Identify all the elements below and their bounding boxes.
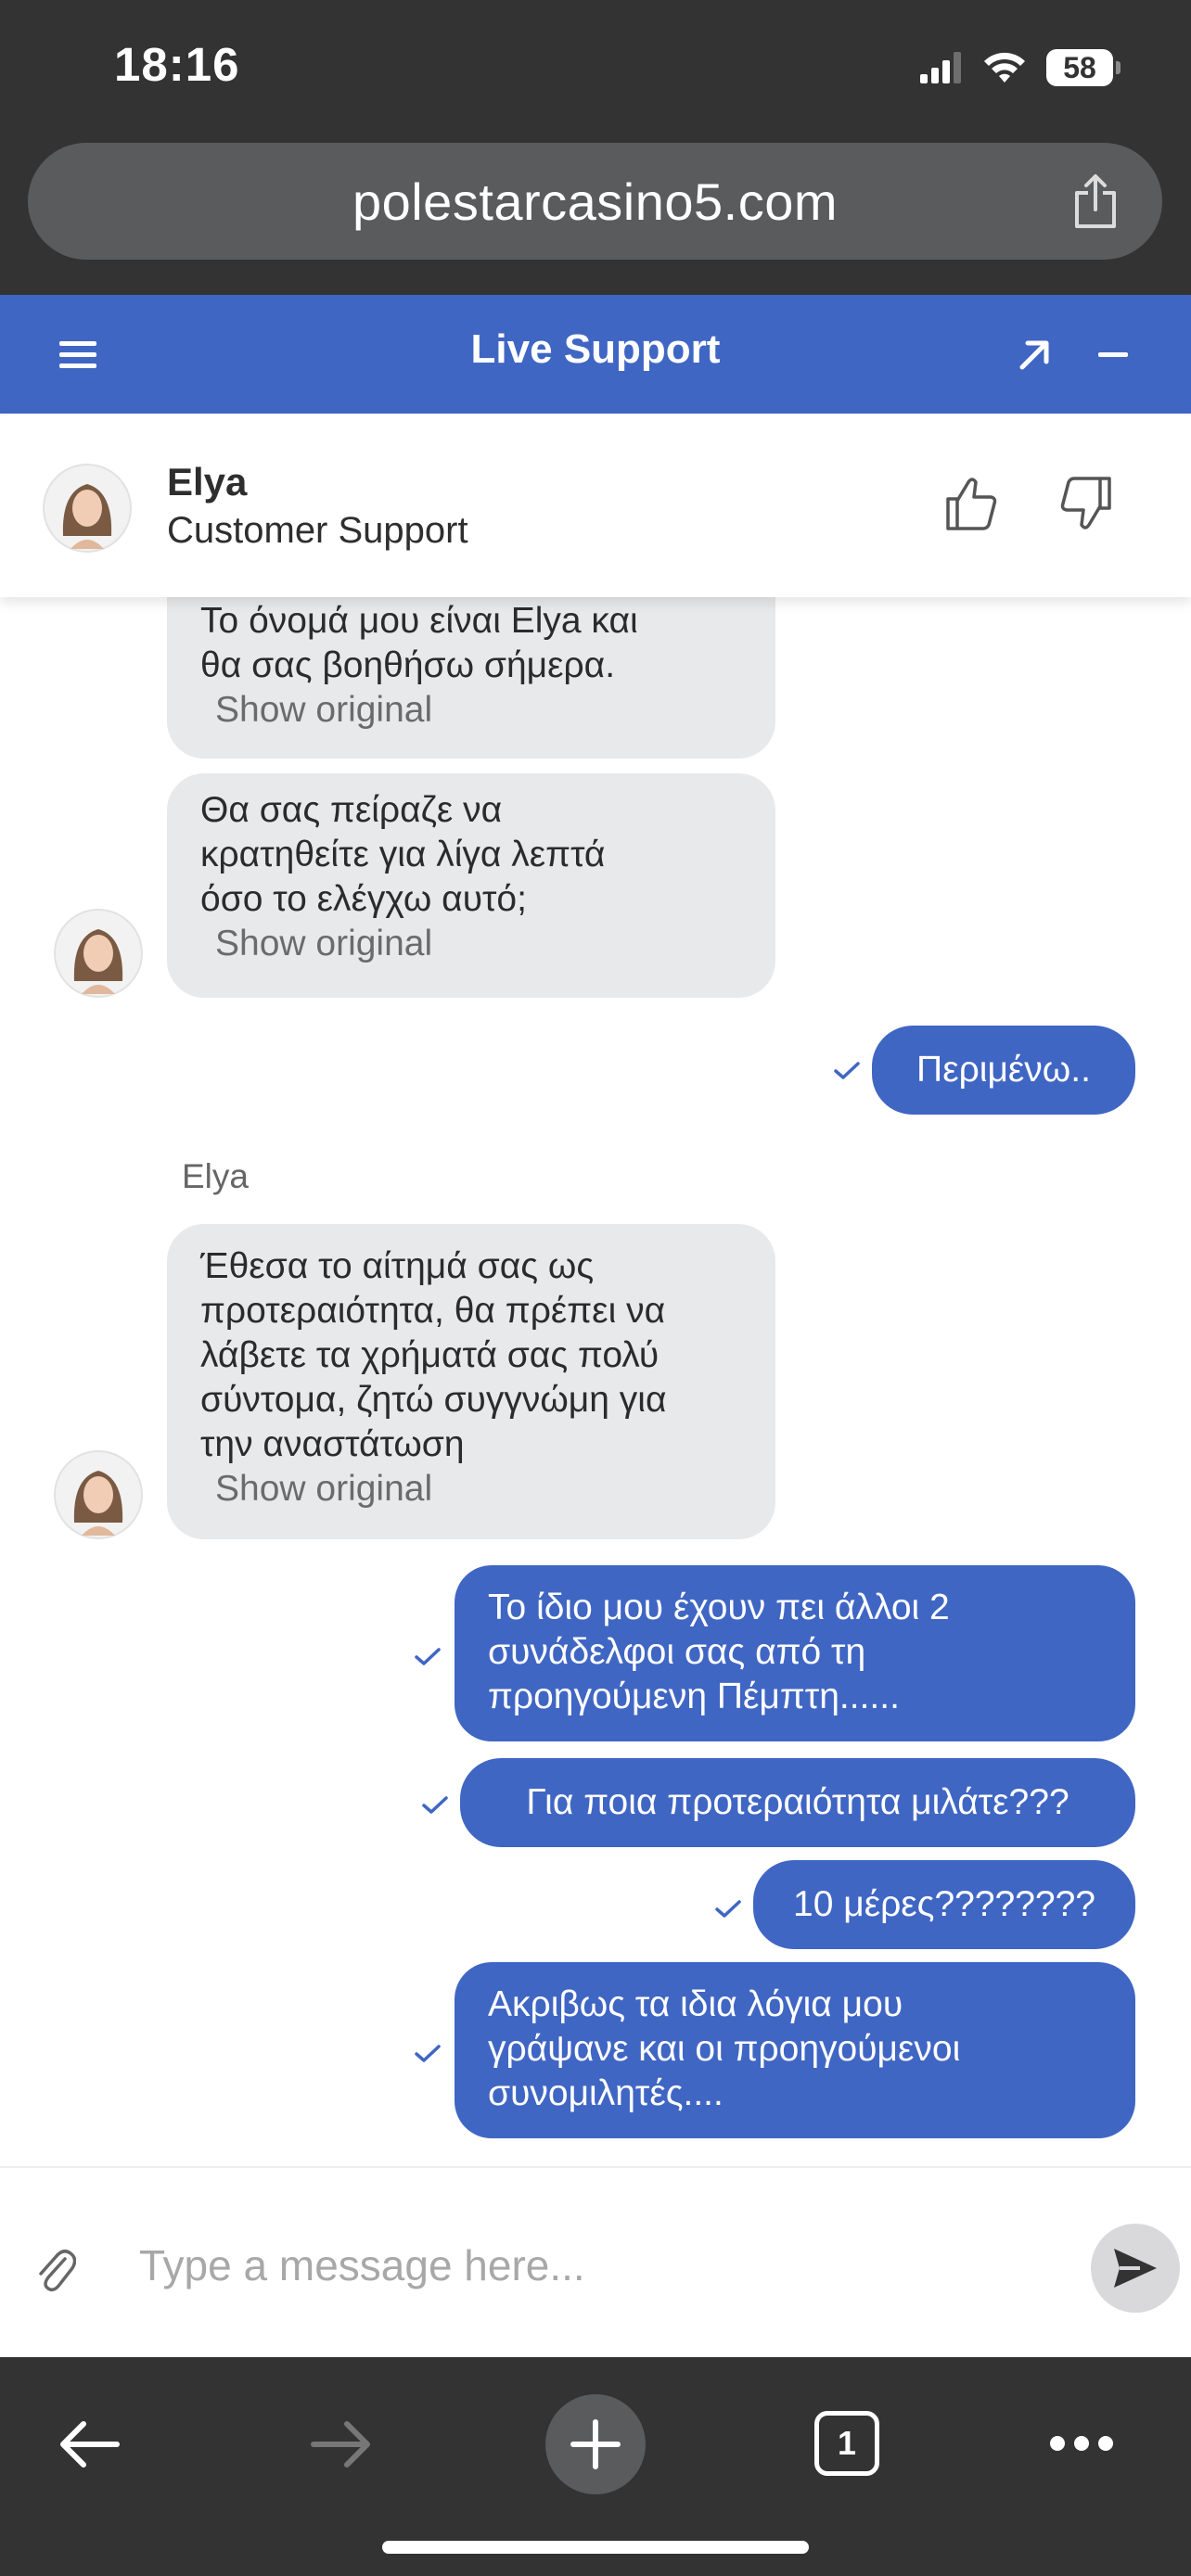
check-icon bbox=[715, 1900, 741, 1918]
wifi-icon bbox=[984, 52, 1025, 83]
show-original-link[interactable]: Show original bbox=[200, 688, 742, 733]
incoming-message: Θα σας πείραζε να κρατηθείτε για λίγα λε… bbox=[167, 773, 775, 998]
arrow-up-right-icon[interactable] bbox=[1017, 336, 1054, 373]
minus-icon[interactable] bbox=[1096, 336, 1130, 373]
browser-bottom-bar: 1 bbox=[0, 2357, 1191, 2576]
agent-info-bar: Elya Customer Support bbox=[0, 414, 1191, 597]
arrow-right-icon[interactable] bbox=[308, 2418, 375, 2470]
outgoing-message: Το ίδιο μου έχουν πει άλλοι 2 συνάδελφοι… bbox=[455, 1565, 1135, 1741]
agent-role: Customer Support bbox=[167, 510, 468, 551]
send-button[interactable] bbox=[1091, 2224, 1180, 2313]
address-bar[interactable]: polestarcasino5.com bbox=[28, 143, 1162, 260]
check-icon bbox=[422, 1796, 448, 1814]
avatar bbox=[43, 464, 132, 553]
plus-icon bbox=[570, 2419, 621, 2469]
status-icons: 58 bbox=[920, 45, 1121, 91]
sender-name: Elya bbox=[182, 1157, 249, 1195]
message-input[interactable] bbox=[137, 2227, 1050, 2303]
thumbs-up-icon[interactable] bbox=[944, 475, 998, 532]
home-indicator bbox=[382, 2541, 809, 2554]
check-icon bbox=[415, 2045, 441, 2062]
send-icon bbox=[1114, 2249, 1157, 2288]
browser-top-bar: 18:16 58 polestarcasino5.com bbox=[0, 0, 1191, 295]
show-original-link[interactable]: Show original bbox=[200, 1467, 742, 1511]
check-icon bbox=[834, 1062, 860, 1079]
live-support-header: Live Support bbox=[0, 295, 1191, 414]
message-composer bbox=[0, 2166, 1191, 2359]
share-icon[interactable] bbox=[1069, 172, 1121, 230]
check-icon bbox=[415, 1648, 441, 1665]
live-support-title: Live Support bbox=[470, 326, 721, 372]
tab-switcher-button[interactable]: 1 bbox=[814, 2411, 879, 2476]
ellipsis-icon[interactable] bbox=[1048, 2433, 1115, 2454]
url-text: polestarcasino5.com bbox=[352, 172, 839, 231]
paperclip-icon[interactable] bbox=[33, 2242, 76, 2292]
thumbs-down-icon[interactable] bbox=[1059, 475, 1113, 532]
show-original-link[interactable]: Show original bbox=[200, 922, 742, 966]
cellular-signal-icon bbox=[920, 52, 961, 83]
avatar bbox=[54, 909, 143, 998]
status-time: 18:16 bbox=[114, 38, 240, 91]
outgoing-message: Για ποια προτεραιότητα μιλάτε??? bbox=[460, 1758, 1135, 1847]
chat-transcript[interactable]: Το όνομά μου είναι Elya και θα σας βοηθή… bbox=[0, 597, 1191, 2166]
outgoing-message: Ακριβως τα ιδια λόγια μου γράψανε και οι… bbox=[455, 1962, 1135, 2138]
new-tab-button[interactable] bbox=[545, 2394, 646, 2494]
avatar bbox=[54, 1450, 143, 1539]
arrow-left-icon[interactable] bbox=[56, 2418, 122, 2470]
agent-name: Elya bbox=[167, 460, 248, 504]
incoming-message: Έθεσα το αίτημά σας ως προτεραιότητα, θα… bbox=[167, 1224, 775, 1539]
incoming-message: Το όνομά μου είναι Elya και θα σας βοηθή… bbox=[167, 597, 775, 759]
outgoing-message: 10 μέρες???????? bbox=[753, 1860, 1135, 1949]
battery-indicator: 58 bbox=[1046, 49, 1121, 86]
outgoing-message: Περιμένω.. bbox=[872, 1026, 1135, 1115]
